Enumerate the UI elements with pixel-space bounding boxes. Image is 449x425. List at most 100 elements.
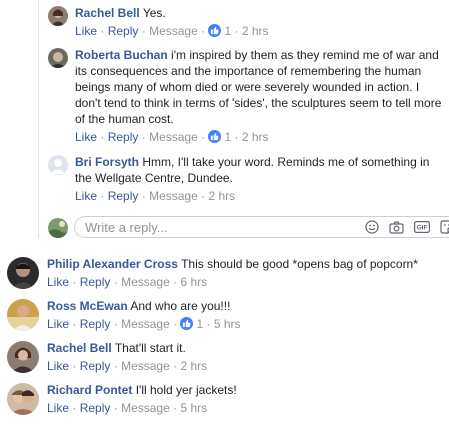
reply-link[interactable]: Reply [80,317,111,331]
comment-actions: Like · Reply · Message · 1 · 2 hrs [75,23,438,39]
like-link[interactable]: Like [75,24,97,38]
comment-actions: Like · Reply · Message · 1 · 5 hrs [47,316,447,332]
separator: · [173,317,178,331]
separator: · [141,130,146,144]
separator: · [201,130,206,144]
timestamp[interactable]: 2 hrs [208,189,235,203]
reply-tools: GIF [365,220,449,234]
reply-link[interactable]: Reply [108,130,139,144]
author-name[interactable]: Bri Forsyth [75,155,139,169]
comment-actions: Like · Reply · Message · 6 hrs [47,274,447,290]
comment-actions: Like · Reply · Message · 1 · 2 hrs [75,129,443,145]
separator: · [234,24,239,38]
separator: · [141,189,146,203]
message-link[interactable]: Message [121,317,170,331]
timestamp[interactable]: 5 hrs [180,401,207,415]
author-name[interactable]: Philip Alexander Cross [47,257,178,271]
separator: · [201,24,206,38]
svg-text:GIF: GIF [417,225,428,232]
like-link[interactable]: Like [47,275,69,289]
comment-text: Ross McEwan And who are you!!! [47,298,447,314]
author-name[interactable]: Rachel Bell [47,341,112,355]
comment-body: That'll start it. [114,341,186,355]
comment-actions: Like · Reply · Message · 2 hrs [75,188,438,204]
timestamp[interactable]: 2 hrs [242,130,269,144]
separator: · [72,359,77,373]
comment-philip-alexander-cross: Philip Alexander Cross This should be go… [7,256,447,290]
comment-reply-roberta-buchan: Roberta Buchan i'm inspired by them as t… [48,47,443,145]
separator: · [173,359,178,373]
separator: · [72,275,77,289]
thread-line [38,0,39,238]
avatar[interactable] [48,6,68,26]
separator: · [206,317,211,331]
avatar[interactable] [7,341,39,373]
like-count[interactable]: 1 [224,24,231,38]
message-link[interactable]: Message [149,130,198,144]
separator: · [173,275,178,289]
separator: · [72,317,77,331]
timestamp[interactable]: 2 hrs [242,24,269,38]
reply-link[interactable]: Reply [80,275,111,289]
comment-ross-mcewan: Ross McEwan And who are you!!! Like · Re… [7,298,447,332]
reply-link[interactable]: Reply [80,401,111,415]
avatar[interactable] [48,155,68,175]
avatar[interactable] [7,299,39,331]
separator: · [113,275,118,289]
avatar[interactable] [7,383,39,415]
comment-text: Richard Pontet I'll hold yer jackets! [47,382,447,398]
timestamp[interactable]: 6 hrs [180,275,207,289]
avatar[interactable] [7,257,39,289]
thumbs-up-icon [208,24,222,37]
comment-text: Rachel Bell Yes. [75,5,438,21]
thumbs-up-icon [180,317,194,330]
like-link[interactable]: Like [47,359,69,373]
reply-placeholder: Write a reply... [85,219,168,235]
reply-input[interactable]: Write a reply... GIF [74,216,449,238]
like-link[interactable]: Like [47,317,69,331]
comment-actions: Like · Reply · Message · 5 hrs [47,400,447,416]
message-link[interactable]: Message [149,189,198,203]
comment-actions: Like · Reply · Message · 2 hrs [47,358,447,374]
comment-rachel-bell: Rachel Bell That'll start it. Like · Rep… [7,340,447,374]
timestamp[interactable]: 5 hrs [214,317,241,331]
timestamp[interactable]: 2 hrs [180,359,207,373]
author-name[interactable]: Richard Pontet [47,383,132,397]
comment-text: Philip Alexander Cross This should be go… [47,256,447,272]
message-link[interactable]: Message [121,359,170,373]
comment-body: I'll hold yer jackets! [135,383,237,397]
comment-body: This should be good *opens bag of popcor… [181,257,418,271]
comment-reply-bri-forsyth: Bri Forsyth Hmm, I'll take your word. Re… [48,154,438,204]
author-name[interactable]: Ross McEwan [47,299,128,313]
separator: · [141,24,146,38]
separator: · [100,130,105,144]
reply-link[interactable]: Reply [80,359,111,373]
reply-link[interactable]: Reply [108,189,139,203]
like-count[interactable]: 1 [196,317,203,331]
comment-richard-pontet: Richard Pontet I'll hold yer jackets! Li… [7,382,447,416]
comment-text: Roberta Buchan i'm inspired by them as t… [75,47,443,127]
comment-text: Bri Forsyth Hmm, I'll take your word. Re… [75,154,438,186]
like-count[interactable]: 1 [224,130,231,144]
like-link[interactable]: Like [47,401,69,415]
camera-icon[interactable] [389,220,404,234]
message-link[interactable]: Message [149,24,198,38]
comment-body: Yes. [142,6,166,20]
separator: · [234,130,239,144]
separator: · [100,24,105,38]
separator: · [100,189,105,203]
separator: · [113,359,118,373]
message-link[interactable]: Message [121,401,170,415]
sticker-icon[interactable] [440,220,449,234]
comment-text: Rachel Bell That'll start it. [47,340,447,356]
message-link[interactable]: Message [121,275,170,289]
emoji-icon[interactable] [365,220,379,234]
like-link[interactable]: Like [75,130,97,144]
reply-link[interactable]: Reply [108,24,139,38]
author-name[interactable]: Rachel Bell [75,6,140,20]
like-link[interactable]: Like [75,189,97,203]
gif-icon[interactable]: GIF [414,221,430,233]
thumbs-up-icon [208,130,222,143]
avatar[interactable] [48,48,68,68]
author-name[interactable]: Roberta Buchan [75,48,168,62]
